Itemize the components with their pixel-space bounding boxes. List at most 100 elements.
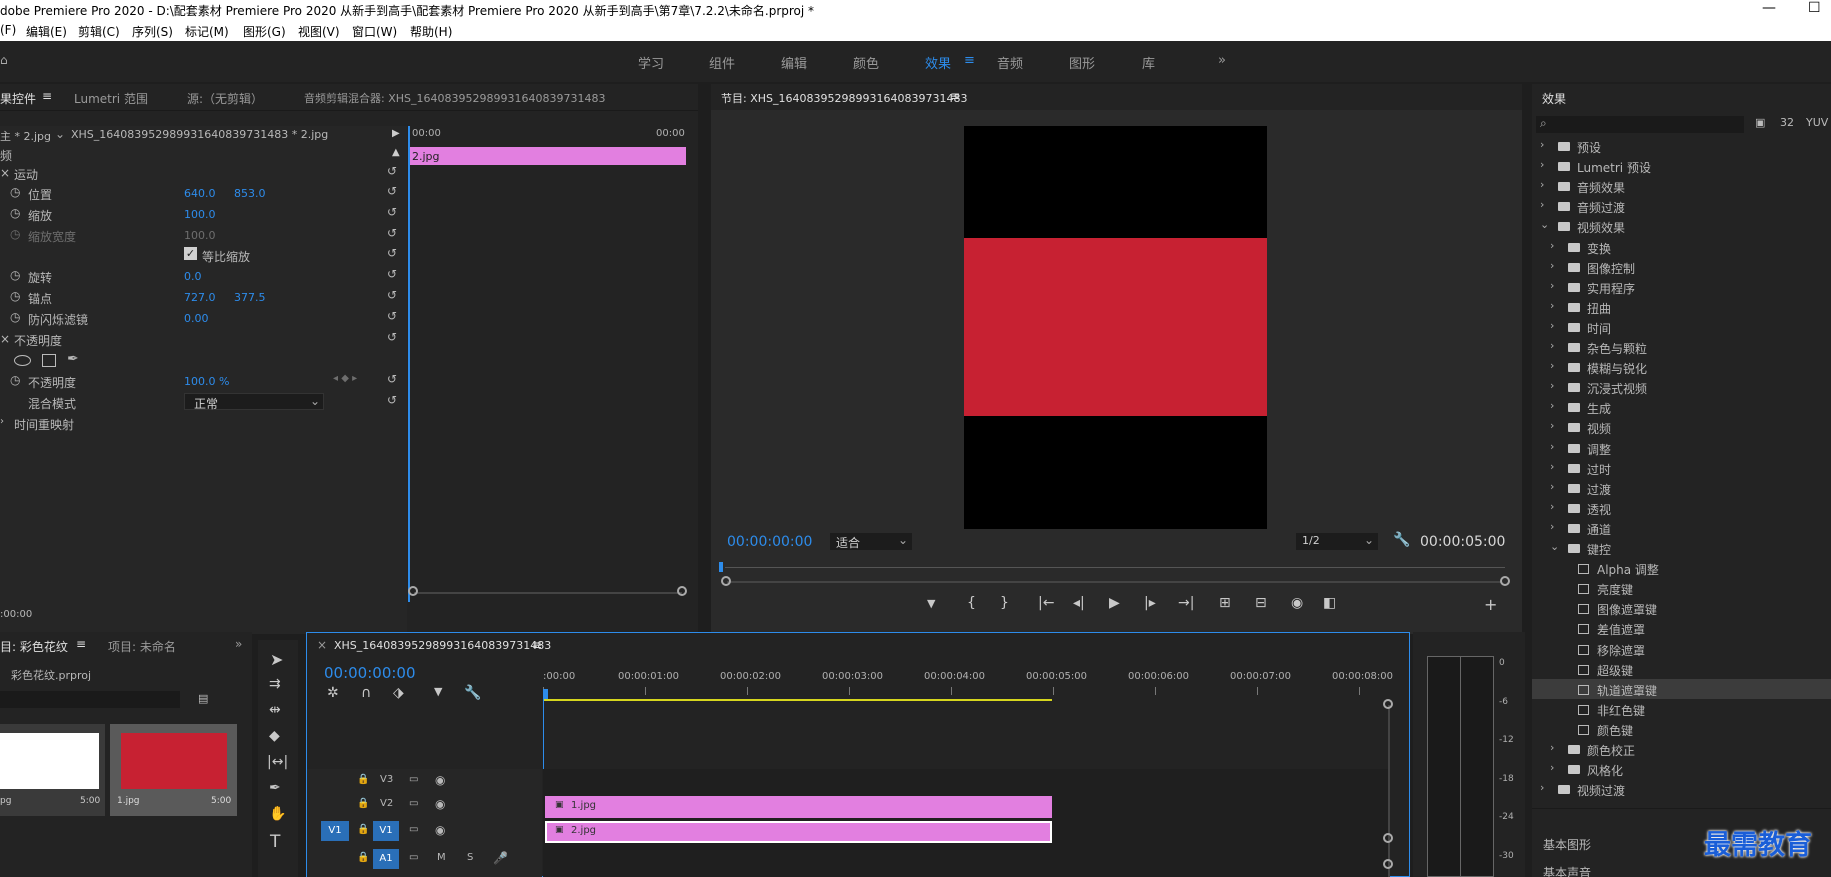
- more-panels-icon[interactable]: »: [235, 637, 242, 651]
- track-a1-mute[interactable]: M: [437, 852, 446, 863]
- keyframe-nav-icon[interactable]: ◂ ◆ ▸: [333, 373, 357, 384]
- anchor-reset-icon[interactable]: ↺: [387, 288, 397, 302]
- chevron-right-icon[interactable]: ›: [1550, 339, 1554, 352]
- workspace-libraries[interactable]: 库: [1142, 53, 1155, 72]
- effects-item[interactable]: › 变换: [1532, 237, 1831, 257]
- tab-source[interactable]: 源:（无剪辑）: [187, 90, 263, 107]
- minimize-button[interactable]: —: [1762, 0, 1776, 16]
- effects-item[interactable]: › 视频: [1532, 417, 1831, 437]
- add-marker-icon[interactable]: ▼: [927, 597, 935, 610]
- effects-item[interactable]: › 图像控制: [1532, 257, 1831, 277]
- effects-item[interactable]: › 过渡: [1532, 478, 1831, 498]
- chevron-right-icon[interactable]: ›: [1550, 419, 1554, 432]
- track-v1-eye-icon[interactable]: ◉: [435, 823, 445, 837]
- bin-folder-icon[interactable]: ▤: [198, 692, 208, 705]
- menu-window[interactable]: 窗口(W): [352, 23, 397, 40]
- settings-wrench-icon[interactable]: 🔧: [1393, 532, 1410, 548]
- workspace-assembly[interactable]: 组件: [709, 53, 735, 72]
- effect-controls-timecode[interactable]: :00:00: [0, 609, 32, 620]
- effects-item[interactable]: › 调整: [1532, 438, 1831, 458]
- selection-tool-icon[interactable]: ➤: [270, 650, 283, 669]
- menu-edit[interactable]: 编辑(E): [26, 23, 67, 40]
- menu-clip[interactable]: 剪辑(C): [78, 23, 120, 40]
- timeline-vscroll-top-handle[interactable]: [1383, 699, 1393, 709]
- chevron-right-icon[interactable]: ›: [1550, 319, 1554, 332]
- timeline-clip-1[interactable]: ▣ 1.jpg: [545, 796, 1052, 818]
- effects-item[interactable]: ⌄ 视频效果: [1532, 216, 1831, 236]
- project-clip-2[interactable]: 1.jpg 5:00: [110, 724, 237, 816]
- program-title[interactable]: 节目: XHS_164083952989931640839731483: [721, 90, 967, 106]
- extract-icon[interactable]: ⊟: [1255, 595, 1267, 611]
- effects-item[interactable]: › 杂色与颗粒: [1532, 337, 1831, 357]
- chevron-right-icon[interactable]: ›: [1550, 761, 1554, 774]
- anchor-x-value[interactable]: 727.0: [184, 291, 216, 304]
- track-v3-lock-icon[interactable]: 🔒: [357, 774, 369, 785]
- scale-stopwatch-icon[interactable]: ◷: [10, 206, 20, 220]
- ripple-edit-tool-icon[interactable]: ⇹: [269, 702, 281, 718]
- mini-scroll-right-handle[interactable]: [677, 586, 687, 596]
- effects-item[interactable]: 轨道遮罩键: [1532, 678, 1831, 699]
- position-y-value[interactable]: 853.0: [234, 187, 266, 200]
- effects-item[interactable]: › 通道: [1532, 518, 1831, 538]
- mini-scroll-left-handle[interactable]: [408, 586, 418, 596]
- effects-item[interactable]: › 实用程序: [1532, 277, 1831, 297]
- effects-item[interactable]: 亮度键: [1532, 578, 1831, 598]
- opacity-reset-icon[interactable]: ↺: [387, 372, 397, 386]
- accelerated-effects-icon[interactable]: ▣: [1755, 116, 1765, 129]
- opacity-toggle-icon[interactable]: ×: [0, 332, 10, 346]
- effects-item[interactable]: › 音频过渡: [1532, 196, 1831, 216]
- flicker-stopwatch-icon[interactable]: ◷: [10, 310, 20, 324]
- button-editor-icon[interactable]: +: [1484, 595, 1497, 614]
- opacity-value[interactable]: 100.0 %: [184, 375, 229, 388]
- chevron-right-icon[interactable]: ›: [1550, 299, 1554, 312]
- rectangle-mask-icon[interactable]: [42, 354, 56, 367]
- project-search-input[interactable]: [0, 691, 180, 708]
- program-scroll-right-handle[interactable]: [1500, 576, 1510, 586]
- timeline-vscroll-mid-handle[interactable]: [1383, 833, 1393, 843]
- program-scrollbar[interactable]: [727, 581, 1502, 583]
- play-clip-icon[interactable]: ▶: [392, 128, 400, 139]
- effects-panel-title[interactable]: 效果: [1542, 90, 1566, 107]
- go-to-in-icon[interactable]: |←: [1038, 595, 1054, 611]
- anchor-stopwatch-icon[interactable]: ◷: [10, 289, 20, 303]
- chevron-right-icon[interactable]: ›: [1550, 500, 1554, 513]
- chevron-right-icon[interactable]: ›: [1550, 440, 1554, 453]
- chevron-right-icon[interactable]: ›: [1550, 279, 1554, 292]
- work-area-bar[interactable]: [543, 699, 1052, 701]
- opacity-group-reset-icon[interactable]: ↺: [387, 330, 397, 344]
- position-reset-icon[interactable]: ↺: [387, 184, 397, 198]
- program-menu-icon[interactable]: ≡: [950, 89, 960, 103]
- uniform-reset-icon[interactable]: ↺: [387, 246, 397, 260]
- chevron-right-icon[interactable]: ›: [1540, 138, 1544, 151]
- snap-icon[interactable]: ∩: [361, 685, 371, 701]
- nest-toggle-icon[interactable]: ✲: [327, 685, 339, 701]
- effects-search-input[interactable]: ⌕: [1536, 116, 1744, 133]
- export-frame-icon[interactable]: ◉: [1291, 595, 1303, 611]
- track-a1-voiceover-icon[interactable]: 🎤: [493, 851, 508, 865]
- timeline-menu-icon[interactable]: ≡: [532, 638, 542, 652]
- source-v1-patch[interactable]: V1: [321, 821, 349, 841]
- clip-dropdown-icon[interactable]: ⌄: [55, 127, 65, 141]
- flicker-value[interactable]: 0.00: [184, 312, 209, 325]
- motion-toggle-icon[interactable]: ×: [0, 166, 10, 180]
- timeline-vscroll[interactable]: [1388, 705, 1390, 877]
- workspace-learn[interactable]: 学习: [638, 53, 664, 72]
- tab-effect-controls[interactable]: 果控件: [0, 90, 36, 107]
- timeline-ruler[interactable]: :00:00 00:00:01:00 00:00:02:00 00:00:03:00 0…: [543, 671, 1393, 701]
- hand-tool-icon[interactable]: ✋: [269, 806, 286, 822]
- track-v3-label[interactable]: V3: [380, 774, 393, 785]
- maximize-button[interactable]: ☐: [1808, 0, 1821, 16]
- comparison-view-icon[interactable]: ◧: [1323, 595, 1336, 611]
- more-workspaces-icon[interactable]: »: [1218, 53, 1226, 68]
- chevron-right-icon[interactable]: ›: [1540, 781, 1544, 794]
- program-playhead[interactable]: [719, 562, 723, 572]
- 32bit-effects-icon[interactable]: 32: [1780, 116, 1794, 129]
- chevron-right-icon[interactable]: ›: [1550, 741, 1554, 754]
- scale-width-reset-icon[interactable]: ↺: [387, 226, 397, 240]
- track-v2-eye-icon[interactable]: ◉: [435, 797, 445, 811]
- menu-sequence[interactable]: 序列(S): [132, 23, 173, 40]
- sequence-clip-label[interactable]: XHS_164083952989931640839731483 * 2.jpg: [71, 128, 328, 141]
- track-v3-eye-icon[interactable]: ◉: [435, 773, 445, 787]
- collapse-up-icon[interactable]: ▲: [392, 147, 400, 158]
- sequence-tab[interactable]: XHS_164083952989931640839731483: [334, 639, 551, 652]
